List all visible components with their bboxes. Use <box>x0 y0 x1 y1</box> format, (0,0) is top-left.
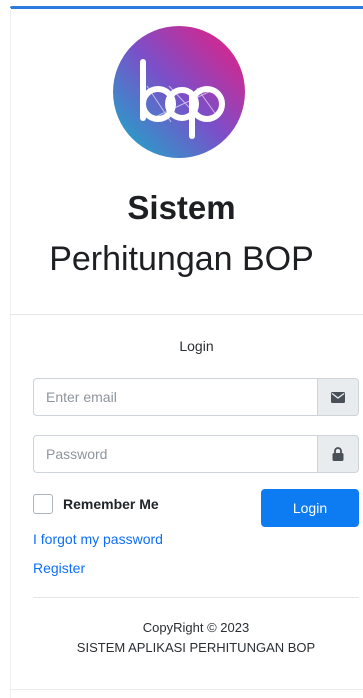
header-divider <box>10 314 363 315</box>
login-page: Sistem Perhitungan BOP Login Remember Me… <box>0 0 363 698</box>
app-subtitle: Perhitungan BOP <box>49 240 314 278</box>
footer-divider <box>33 597 359 598</box>
password-input[interactable] <box>33 435 317 473</box>
forgot-password-link[interactable]: I forgot my password <box>33 531 163 547</box>
remember-me-checkbox[interactable] <box>33 494 53 514</box>
password-addon <box>317 435 359 473</box>
footer-app-name: SISTEM APLIKASI PERHITUNGAN BOP <box>76 640 316 655</box>
email-addon <box>317 378 359 416</box>
envelope-icon <box>331 391 345 403</box>
app-title: Sistem <box>127 189 236 226</box>
remember-me-row[interactable]: Remember Me <box>33 494 159 514</box>
bop-logo <box>113 26 245 158</box>
email-input[interactable] <box>33 378 317 416</box>
remember-me-label: Remember Me <box>63 496 159 512</box>
login-heading: Login <box>179 338 214 354</box>
register-link[interactable]: Register <box>33 560 85 576</box>
copyright-text: CopyRight © 2023 <box>142 620 250 635</box>
top-accent-bar <box>10 6 363 9</box>
login-button[interactable]: Login <box>261 489 359 527</box>
email-input-group <box>33 378 359 416</box>
card-bottom-border <box>10 689 363 690</box>
footer: CopyRight © 2023 SISTEM APLIKASI PERHITU… <box>33 618 359 658</box>
lock-icon <box>332 447 344 461</box>
password-input-group <box>33 435 359 473</box>
